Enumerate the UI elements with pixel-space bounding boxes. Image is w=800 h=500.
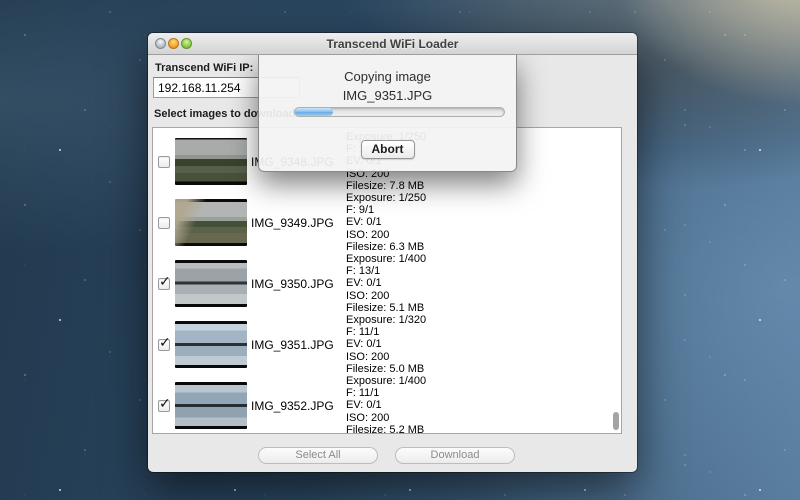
sheet-filename: IMG_9351.JPG: [259, 88, 516, 103]
exif-line: ISO: 200: [346, 412, 426, 424]
image-list-item[interactable]: IMG_9352.JPG Exposure: 1/400F: 11/1EV: 0…: [153, 375, 621, 434]
image-list[interactable]: IMG_9348.JPG Exposure: 1/250F: 10/1EV: 0…: [152, 127, 622, 434]
download-button[interactable]: Download: [395, 447, 515, 464]
exif-line: ISO: 200: [346, 229, 426, 241]
exif-line: Exposure: 1/400: [346, 375, 426, 387]
exif-info: Exposure: 1/400F: 11/1EV: 0/1ISO: 200Fil…: [346, 375, 426, 434]
exif-line: EV: 0/1: [346, 216, 426, 228]
exif-info: Exposure: 1/400F: 13/1EV: 0/1ISO: 200Fil…: [346, 253, 426, 314]
exif-info: Exposure: 1/320F: 11/1EV: 0/1ISO: 200Fil…: [346, 314, 426, 375]
exif-line: Exposure: 1/320: [346, 314, 426, 326]
sheet-title: Copying image: [259, 69, 516, 84]
progress-fill: [295, 108, 333, 116]
exif-line: ISO: 200: [346, 290, 426, 302]
select-all-button[interactable]: Select All: [258, 447, 378, 464]
image-thumbnail: [175, 321, 247, 368]
exif-line: Exposure: 1/400: [346, 253, 426, 265]
window-titlebar[interactable]: Transcend WiFi Loader: [148, 33, 637, 55]
exif-line: Filesize: 5.0 MB: [346, 363, 426, 375]
window-title: Transcend WiFi Loader: [148, 37, 637, 51]
image-checkbox[interactable]: [158, 217, 170, 229]
exif-line: Filesize: 5.2 MB: [346, 424, 426, 434]
exif-line: EV: 0/1: [346, 399, 426, 411]
image-list-item[interactable]: IMG_9351.JPG Exposure: 1/320F: 11/1EV: 0…: [153, 314, 621, 375]
image-filename: IMG_9352.JPG: [251, 399, 346, 413]
exif-line: Filesize: 5.1 MB: [346, 302, 426, 314]
image-list-item[interactable]: IMG_9350.JPG Exposure: 1/400F: 13/1EV: 0…: [153, 253, 621, 314]
image-list-item[interactable]: IMG_9349.JPG Exposure: 1/250F: 9/1EV: 0/…: [153, 192, 621, 253]
exif-line: Exposure: 1/250: [346, 192, 426, 204]
exif-line: ISO: 200: [346, 351, 426, 363]
image-checkbox[interactable]: [158, 339, 170, 351]
exif-line: F: 11/1: [346, 326, 426, 338]
exif-line: F: 11/1: [346, 387, 426, 399]
image-checkbox[interactable]: [158, 400, 170, 412]
exif-line: Filesize: 7.8 MB: [346, 180, 426, 192]
app-window: Transcend WiFi Loader Transcend WiFi IP:…: [148, 33, 637, 472]
image-filename: IMG_9351.JPG: [251, 338, 346, 352]
progress-bar: [294, 107, 505, 117]
exif-line: Filesize: 6.3 MB: [346, 241, 426, 253]
exif-line: EV: 0/1: [346, 277, 426, 289]
exif-line: EV: 0/1: [346, 338, 426, 350]
image-thumbnail: [175, 382, 247, 429]
scrollbar-thumb[interactable]: [613, 412, 619, 430]
image-thumbnail: [175, 199, 247, 246]
image-thumbnail: [175, 260, 247, 307]
image-checkbox[interactable]: [158, 156, 170, 168]
exif-line: F: 9/1: [346, 204, 426, 216]
exif-line: F: 13/1: [346, 265, 426, 277]
copy-progress-sheet: Copying image IMG_9351.JPG Abort: [258, 55, 517, 172]
image-filename: IMG_9350.JPG: [251, 277, 346, 291]
image-filename: IMG_9349.JPG: [251, 216, 346, 230]
ip-label: Transcend WiFi IP:: [155, 62, 253, 74]
image-checkbox[interactable]: [158, 278, 170, 290]
image-thumbnail: [175, 138, 247, 185]
exif-info: Exposure: 1/250F: 9/1EV: 0/1ISO: 200File…: [346, 192, 426, 253]
abort-button[interactable]: Abort: [361, 140, 415, 159]
